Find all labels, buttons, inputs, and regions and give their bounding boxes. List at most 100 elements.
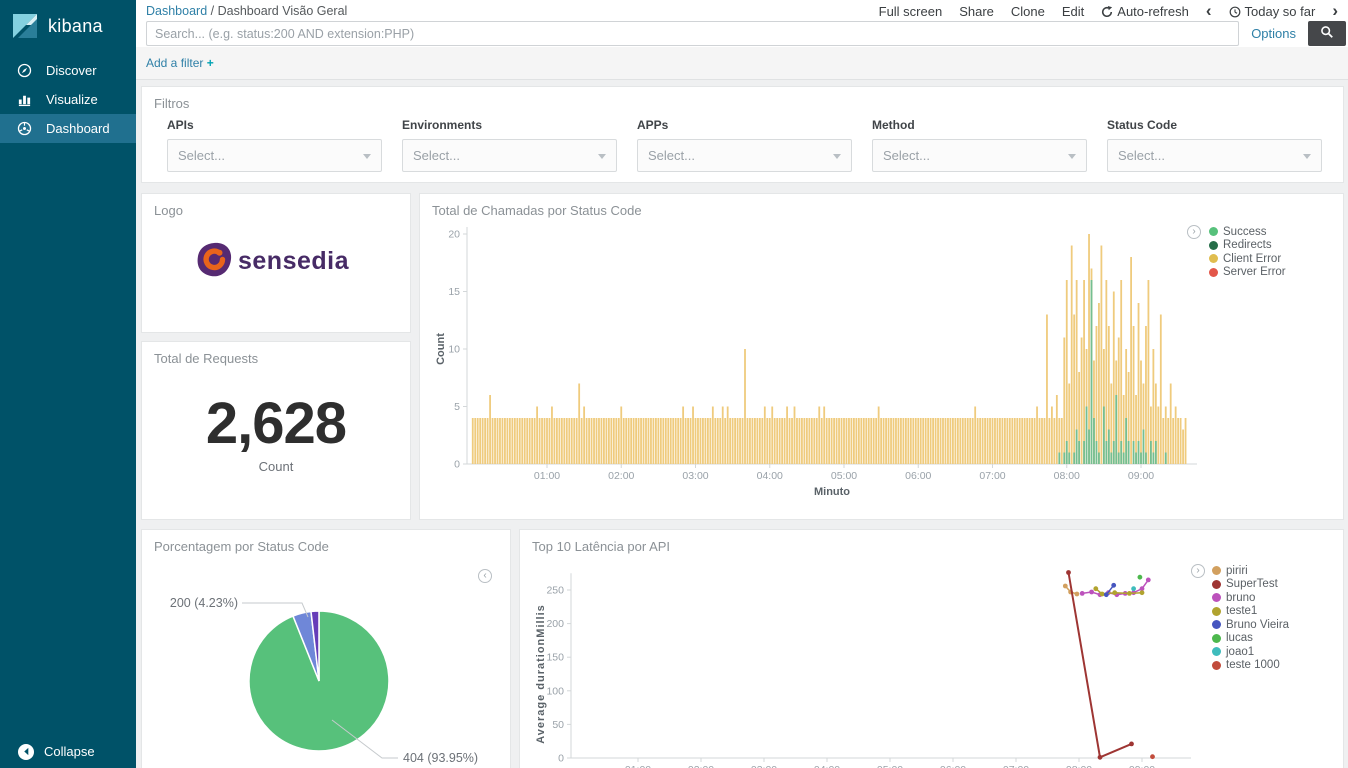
panel-total-requests: Total de Requests 2,628 Count — [141, 341, 411, 520]
options-link[interactable]: Options — [1251, 26, 1296, 41]
svg-text:404 (93.95%): 404 (93.95%) — [403, 751, 478, 765]
svg-text:03:00: 03:00 — [682, 470, 708, 482]
auto-refresh-button[interactable]: Auto-refresh — [1101, 4, 1189, 19]
collapse-label: Collapse — [44, 744, 95, 759]
full-screen-button[interactable]: Full screen — [879, 4, 943, 19]
legend-toggle-icon[interactable]: › — [1191, 564, 1205, 578]
svg-text:01:00: 01:00 — [625, 764, 651, 768]
chevron-down-icon — [833, 154, 841, 159]
svg-text:08:00: 08:00 — [1066, 764, 1092, 768]
panel-status-calls-chart: Total de Chamadas por Status Code 051015… — [419, 193, 1344, 520]
svg-text:07:00: 07:00 — [1003, 764, 1029, 768]
chevron-down-icon — [598, 154, 606, 159]
svg-text:01:00: 01:00 — [534, 470, 560, 482]
legend-label: teste1 — [1226, 605, 1257, 617]
legend-item[interactable]: teste1 — [1212, 605, 1289, 619]
svg-text:03:00: 03:00 — [751, 764, 777, 768]
chevron-down-icon — [1303, 154, 1311, 159]
collapse-icon — [18, 744, 34, 760]
filter-field-apps: APPs Select... — [637, 118, 852, 172]
svg-text:09:00: 09:00 — [1128, 470, 1154, 482]
legend-dot-icon — [1212, 607, 1221, 616]
add-filter-button[interactable]: Add a filter + — [146, 56, 214, 70]
sidebar-item-visualize[interactable]: Visualize — [0, 85, 136, 114]
sidebar: kibana Discover Visualize Dashboard — [0, 0, 136, 768]
legend-item[interactable]: Server Error — [1209, 266, 1286, 280]
dashboard-icon — [17, 121, 32, 136]
panel-latency-chart: Top 10 Latência por API 0501001502002500… — [519, 529, 1344, 768]
breadcrumb-dashboard-link[interactable]: Dashboard — [146, 4, 207, 18]
svg-text:100: 100 — [546, 685, 564, 697]
kibana-app: kibana Discover Visualize Dashboard — [0, 0, 1348, 768]
status-calls-bar-chart[interactable]: 0510152001:0002:0003:0004:0005:0006:0007… — [420, 194, 1345, 521]
svg-text:06:00: 06:00 — [940, 764, 966, 768]
legend: SuccessRedirectsClient ErrorServer Error — [1209, 225, 1286, 279]
legend-dot-icon — [1212, 566, 1221, 575]
legend-label: Bruno Vieira — [1226, 619, 1289, 631]
method-select[interactable]: Select... — [872, 139, 1087, 172]
search-button[interactable] — [1308, 21, 1346, 46]
kibana-brand[interactable]: kibana — [0, 0, 136, 52]
edit-button[interactable]: Edit — [1062, 4, 1084, 19]
svg-text:Minuto: Minuto — [814, 486, 850, 498]
legend-label: piriri — [1226, 565, 1248, 577]
filter-field-apis: APIs Select... — [167, 118, 382, 172]
legend-toggle-icon[interactable]: ‹ — [478, 569, 492, 583]
sidebar-item-discover[interactable]: Discover — [0, 56, 136, 85]
legend-item[interactable]: bruno — [1212, 591, 1289, 605]
panel-title: Total de Requests — [142, 342, 410, 366]
time-back-button[interactable]: ‹ — [1206, 6, 1212, 16]
legend-item[interactable]: teste 1000 — [1212, 659, 1289, 673]
legend-label: Redirects — [1223, 239, 1272, 251]
svg-text:08:00: 08:00 — [1054, 470, 1080, 482]
search-icon — [1320, 25, 1334, 42]
svg-text:20: 20 — [448, 229, 460, 241]
share-button[interactable]: Share — [959, 4, 994, 19]
search-input[interactable] — [146, 21, 1239, 46]
legend-item[interactable]: Success — [1209, 225, 1286, 239]
apps-select[interactable]: Select... — [637, 139, 852, 172]
filter-field-status-code: Status Code Select... — [1107, 118, 1322, 172]
legend-item[interactable]: SuperTest — [1212, 578, 1289, 592]
legend-dot-icon — [1212, 620, 1221, 629]
top-actions: Full screen Share Clone Edit Auto-refres… — [879, 4, 1338, 19]
legend-item[interactable]: piriri — [1212, 564, 1289, 578]
legend-item[interactable]: joao1 — [1212, 645, 1289, 659]
sidebar-item-dashboard[interactable]: Dashboard — [0, 114, 136, 143]
kibana-logo-icon — [12, 13, 38, 39]
legend-label: teste 1000 — [1226, 659, 1280, 671]
chevron-down-icon — [1068, 154, 1076, 159]
time-forward-button[interactable]: › — [1332, 6, 1338, 16]
legend-item[interactable]: Bruno Vieira — [1212, 618, 1289, 632]
bar-chart-icon — [17, 92, 32, 107]
svg-text:5: 5 — [454, 401, 460, 413]
sidebar-item-label: Dashboard — [46, 121, 110, 136]
panel-title: Filtros — [142, 87, 1343, 111]
legend-dot-icon — [1209, 254, 1218, 263]
legend-item[interactable]: Client Error — [1209, 252, 1286, 266]
svg-text:04:00: 04:00 — [814, 764, 840, 768]
refresh-icon — [1101, 6, 1113, 18]
filter-field-method: Method Select... — [872, 118, 1087, 172]
clone-button[interactable]: Clone — [1011, 4, 1045, 19]
svg-text:10: 10 — [448, 344, 460, 356]
brand-text: kibana — [48, 16, 103, 37]
apis-select[interactable]: Select... — [167, 139, 382, 172]
legend-label: lucas — [1226, 632, 1253, 644]
panel-filtros: Filtros APIs Select... Environments Sele… — [141, 86, 1344, 183]
svg-text:05:00: 05:00 — [831, 470, 857, 482]
sidebar-collapse-button[interactable]: Collapse — [0, 735, 136, 768]
svg-text:sensedia: sensedia — [238, 247, 350, 275]
plus-icon: + — [207, 56, 214, 70]
status-code-select[interactable]: Select... — [1107, 139, 1322, 172]
environments-select[interactable]: Select... — [402, 139, 617, 172]
dashboard-grid: Filtros APIs Select... Environments Sele… — [136, 80, 1348, 768]
status-percentage-pie-chart[interactable]: 200 (4.23%)404 (93.95%) — [142, 530, 512, 768]
time-range-button[interactable]: Today so far — [1229, 4, 1316, 19]
legend-toggle-icon[interactable]: › — [1187, 225, 1201, 239]
legend-item[interactable]: Redirects — [1209, 239, 1286, 253]
filter-field-environments: Environments Select... — [402, 118, 617, 172]
legend-item[interactable]: lucas — [1212, 632, 1289, 646]
breadcrumb-separator: / — [211, 4, 214, 18]
compass-icon — [17, 63, 32, 78]
